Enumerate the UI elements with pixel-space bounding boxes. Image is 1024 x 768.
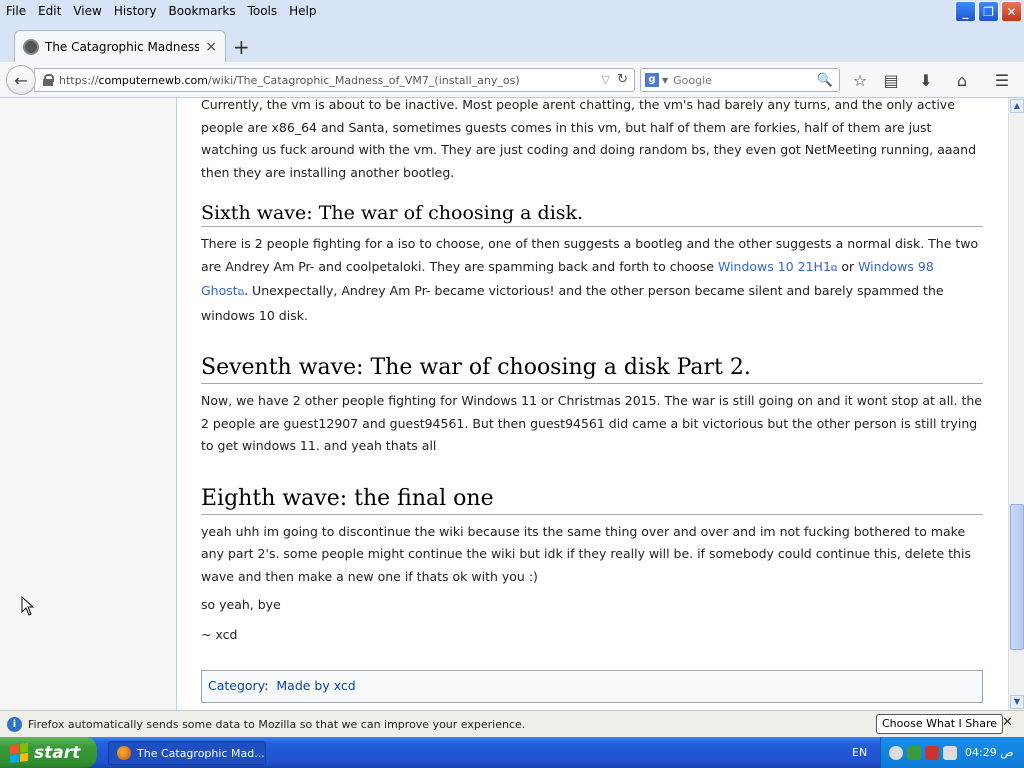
heading-sixth-wave: Sixth wave: The war of choosing a disk. [201,200,983,227]
tray-green-icon[interactable] [907,745,921,760]
taskbar-firefox-window[interactable]: The Catagrophic Mad... [108,741,266,765]
tray-speaker-icon[interactable] [943,745,957,760]
heading-eighth-wave: Eighth wave: the final one [201,484,983,515]
page-content: Currently, the vm is about to be inactiv… [0,98,1024,710]
url-bar[interactable]: https://computernewb.com/wiki/The_Catagr… [34,68,635,92]
language-indicator[interactable]: EN [852,746,867,759]
start-button[interactable]: start [0,737,97,768]
wiki-sidebar [0,98,177,710]
intro-paragraph: Currently, the vm is about to be inactiv… [201,98,977,180]
notification-bar: i Firefox automatically sends some data … [0,710,1024,737]
bye-line: so yeah, bye [201,597,281,612]
menu-bookmarks[interactable]: Bookmarks [163,4,242,18]
category-colon: : [264,678,277,693]
search-bar[interactable]: g ▼ Google 🔍 [640,68,840,92]
site-favicon-icon [23,38,39,55]
minimize-button[interactable]: _ [955,1,976,22]
scroll-up-arrow-icon[interactable]: ▲ [1010,99,1024,113]
menu-tools[interactable]: Tools [242,4,284,18]
menu-view[interactable]: View [67,4,107,18]
tray-clock[interactable]: 04:29 ص [965,746,1014,759]
sixth-wave-paragraph: There is 2 people fighting for a iso to … [201,236,979,323]
choose-what-i-share-button[interactable]: Choose What I Share [876,714,1003,734]
notification-text: Firefox automatically sends some data to… [28,717,526,731]
reading-list-icon[interactable]: ▤ [881,70,901,90]
search-magnifier-icon[interactable]: 🔍 [817,73,833,88]
start-label: start [34,742,81,763]
restore-button[interactable]: ❐ [978,1,999,22]
taskbar-window-title: The Catagrophic Mad... [137,746,265,760]
seventh-wave-paragraph: Now, we have 2 other people fighting for… [201,393,982,453]
scroll-thumb[interactable] [1010,504,1024,650]
engine-dropdown-icon[interactable]: ▼ [662,76,668,85]
category-made-by-xcd-link[interactable]: Made by xcd [276,678,355,693]
back-arrow-icon: ← [14,70,28,90]
tab-active[interactable]: The Catagrophic Madness of ... × [14,30,226,62]
navigation-bar: https://computernewb.com/wiki/The_Catagr… [0,62,1024,98]
close-window-button[interactable]: ✕ [1001,1,1022,22]
firefox-icon [117,746,131,760]
article-body: Currently, the vm is about to be inactiv… [201,98,983,646]
windows-flag-icon [10,742,28,763]
taskbar: start The Catagrophic Mad... EN 04:29 ص [0,737,1024,768]
category-label-link[interactable]: Category [208,678,264,693]
window-controls: _ ❐ ✕ [955,1,1022,22]
scroll-down-arrow-icon[interactable]: ▼ [1010,695,1024,709]
menu-file[interactable]: File [0,4,32,18]
tab-title: The Catagrophic Madness of ... [45,39,200,54]
menu-bar: File Edit View History Bookmarks Tools H… [0,0,1024,22]
menu-history[interactable]: History [108,4,163,18]
tab-strip: The Catagrophic Madness of ... × + [0,21,1024,62]
home-icon[interactable]: ⌂ [952,70,972,90]
url-history-dropdown-icon[interactable]: ▽ [602,73,610,86]
bookmark-star-icon[interactable]: ☆ [850,70,870,90]
hamburger-menu-icon[interactable]: ☰ [992,70,1012,90]
eighth-wave-paragraph: yeah uhh im going to discontinue the wik… [201,523,971,584]
system-tray: 04:29 ص [880,737,1024,768]
link-windows-10-21h1[interactable]: Windows 10 21H1 [718,259,831,274]
vertical-scrollbar[interactable]: ▲ ▼ [1008,98,1024,710]
tab-close-icon[interactable]: × [205,39,217,55]
google-engine-icon[interactable]: g [645,73,659,87]
search-input[interactable]: Google [673,74,817,87]
category-box: Category: Made by xcd [201,670,983,703]
mouse-cursor-icon [21,596,34,616]
lock-icon[interactable] [43,74,54,86]
back-button[interactable]: ← [6,65,36,95]
new-tab-button[interactable]: + [233,35,250,59]
notification-close-icon[interactable]: ✕ [1002,715,1013,730]
info-icon: i [7,716,22,732]
tray-network-icon[interactable] [889,745,903,760]
signature: ~ xcd [201,626,238,642]
menu-edit[interactable]: Edit [32,4,67,18]
url-text[interactable]: https://computernewb.com/wiki/The_Catagr… [59,74,520,87]
tray-shield-icon[interactable] [925,745,939,760]
heading-seventh-wave: Seventh wave: The war of choosing a disk… [201,353,983,384]
menu-help[interactable]: Help [283,4,322,18]
reload-icon[interactable]: ↻ [617,72,628,87]
downloads-icon[interactable]: ⬇ [916,70,936,90]
